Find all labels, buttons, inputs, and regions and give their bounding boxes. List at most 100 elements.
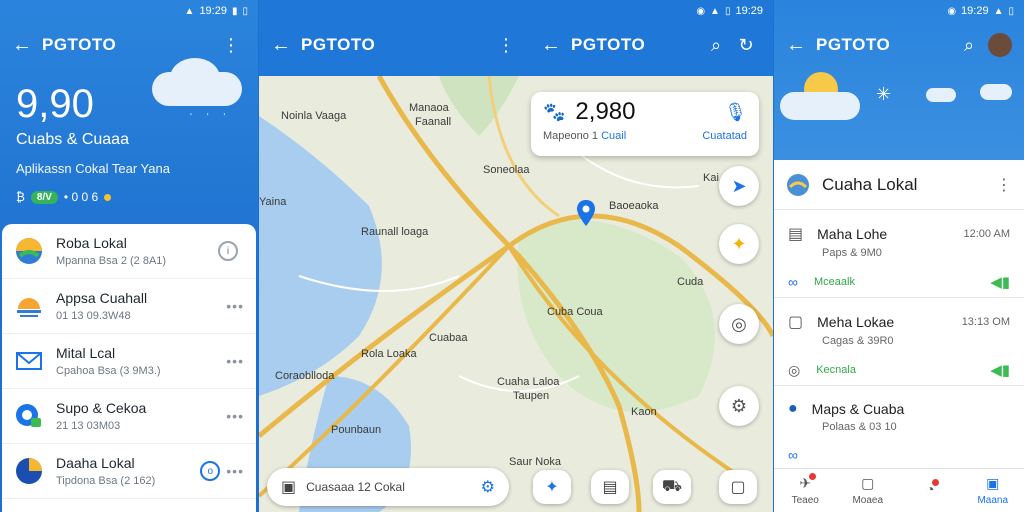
app-bar: ← PGTOTO ⌕	[774, 22, 1024, 68]
location-pin-icon[interactable]	[577, 200, 595, 226]
tab-notifications[interactable]: ◔	[899, 469, 962, 512]
overflow-menu-icon[interactable]: ⋮	[491, 35, 521, 56]
status-dot	[104, 193, 112, 201]
list-item[interactable]: ● Maps & Cuaba Polaas & 03 10 ∞	[774, 386, 1024, 474]
map-search-bar[interactable]: ▣ Cuasaaa 12 Cokal ⚙	[267, 468, 509, 506]
thumbs-up-icon[interactable]: ◀▮	[990, 361, 1010, 379]
settings-fab-icon[interactable]: ⚙	[719, 386, 759, 426]
link-icon: ∞	[788, 447, 798, 463]
location-icon: ◉	[696, 5, 706, 17]
list-item-title: Supo & Cekoa	[56, 400, 147, 416]
image-icon: ▣	[281, 479, 297, 496]
tab-messages[interactable]: ▢ Moaea	[837, 469, 900, 512]
hero-section: ' ' ' 9,90 Cuabs & Cuaaa Aplikassn Cokal…	[0, 58, 258, 224]
app-bar: ← PGTOTO ⋮	[0, 22, 258, 68]
clipboard-icon: ▢	[788, 314, 804, 331]
avatar[interactable]	[988, 33, 1012, 57]
back-arrow-icon[interactable]: ←	[12, 34, 42, 57]
back-arrow-icon[interactable]: ←	[786, 34, 816, 57]
list-item[interactable]: Appsa Cuahall 01 13 09.3W48 •••	[2, 279, 256, 334]
app-title: PGTOTO	[816, 35, 891, 54]
back-arrow-icon[interactable]: ←	[541, 34, 571, 57]
list-item-subtitle: Paps & 9M0	[822, 247, 882, 259]
weather-strip: ✳	[774, 68, 1024, 160]
app-title: PGTOTO	[42, 35, 117, 54]
directions-button[interactable]: ✦	[533, 470, 571, 504]
overflow-menu-icon[interactable]: ⋮	[996, 175, 1012, 195]
search-icon[interactable]: ⌕	[701, 35, 731, 56]
refresh-icon[interactable]: ↻	[731, 35, 761, 56]
hero-meta-text: • 0 0 6	[63, 190, 99, 204]
map-view[interactable]: Noinla Vaaga Manaoa Faanall Soneolaa Yai…	[259, 76, 773, 512]
map-label: Coraoblloda	[275, 370, 335, 382]
more-dots-icon[interactable]: •••	[226, 353, 244, 369]
message-icon: ▢	[861, 475, 875, 491]
chat-bubble-icon	[14, 401, 44, 431]
back-arrow-icon[interactable]: ←	[271, 34, 301, 57]
summary-right[interactable]: Cuatatad	[702, 130, 747, 142]
thumbs-up-icon[interactable]: ◀▮	[990, 273, 1010, 291]
list-item[interactable]: Mital Lcal Cpahoa Bsa (3 9M3.) •••	[2, 334, 256, 389]
lightbulb-icon: ✳	[876, 84, 892, 104]
list-item-title: Maha Lohe	[817, 226, 888, 242]
list-item-title: Appsa Cuahall	[56, 290, 148, 306]
rain-drops-icon: ' ' '	[190, 112, 232, 123]
map-label: Cuabaa	[429, 332, 468, 344]
car-button[interactable]: ⛟	[653, 470, 691, 504]
status-time: 19:29	[199, 5, 227, 17]
tab-home[interactable]: ✈ Teaeo	[774, 469, 837, 512]
app-title: PGTOTO	[301, 35, 376, 54]
status-bar: ▲ 19:29 ▮ ▯	[0, 0, 258, 22]
map-label: Baoeaoka	[609, 200, 659, 212]
list-item-subtitle: Cpahoa Bsa (3 9M3.)	[56, 365, 161, 377]
tab-label: Moaea	[852, 495, 884, 506]
cat-icon: 🐾	[543, 101, 566, 122]
location-icon: ◉	[947, 5, 957, 17]
hero-subtitle: Cuabs & Cuaaa	[16, 131, 129, 148]
list-item-time: 13:13 OM	[961, 316, 1010, 328]
search-icon[interactable]: ⌕	[954, 35, 984, 56]
route-icon: ✈	[799, 473, 817, 492]
map-search-text: Cuasaaa 12 Cokal	[306, 480, 405, 494]
overflow-menu-icon[interactable]: ⋮	[216, 35, 246, 56]
microphone-icon[interactable]: 🎙	[724, 102, 747, 123]
list-item[interactable]: ▢ Meha Lokae 13:13 OM Cagas & 39R0 ◎ Kec…	[774, 298, 1024, 386]
navigate-fab-icon[interactable]: ➤	[719, 166, 759, 206]
map-label: Saur Noka	[509, 456, 561, 468]
map-label: Kai	[703, 172, 719, 184]
cloud-puff	[170, 58, 220, 98]
gear-icon[interactable]: ⚙	[481, 477, 495, 497]
map-label: Raunall loaga	[361, 226, 429, 238]
list-item-title: Mital Lcal	[56, 345, 116, 361]
location-pin-icon: ●	[788, 400, 798, 417]
map-label: Yaina	[259, 196, 287, 208]
wifi-icon: ▲	[710, 5, 720, 17]
map-label: Cuba Coua	[547, 306, 603, 318]
map-label: Manaoa	[409, 102, 449, 114]
map-label: Cuda	[677, 276, 704, 288]
list-item-tag: Kecnala	[816, 364, 856, 376]
info-icon[interactable]: i	[218, 241, 238, 261]
clipboard-button[interactable]: ▤	[591, 470, 629, 504]
battery-icon: ▯	[1008, 5, 1014, 17]
toggle-icon[interactable]: o	[200, 461, 221, 481]
bottom-nav: ✈ Teaeo ▢ Moaea ◔ ▣ Maana	[774, 468, 1024, 512]
locate-fab-icon[interactable]: ◎	[719, 304, 759, 344]
list-item[interactable]: ▤ Maha Lohe 12:00 AM Paps & 9M0 ∞ Mceaal…	[774, 210, 1024, 298]
items-list: Roba Lokal Mpanna Bsa 2 (2 8A1) i Appsa …	[2, 224, 256, 512]
currency-icon: ₿	[16, 190, 25, 204]
square-button[interactable]: ▢	[719, 470, 757, 504]
more-dots-icon[interactable]: •••	[226, 408, 244, 424]
summary-card[interactable]: 🐾 2,980 🎙 Mapeono 1 Cuail Cuatatad	[531, 92, 759, 156]
list-item[interactable]: Supo & Cekoa 21 13 03M03 •••	[2, 389, 256, 444]
tab-maps[interactable]: ▣ Maana	[962, 469, 1024, 512]
list-item[interactable]: Daaha Lokal Tipdona Bsa (2 162) o •••	[2, 444, 256, 499]
wifi-icon: ▲	[993, 5, 1004, 17]
more-dots-icon[interactable]: •••	[226, 298, 244, 314]
status-time: 19:29	[961, 5, 989, 17]
more-dots-icon[interactable]: •••	[226, 463, 244, 479]
map-label: Pounbaun	[331, 424, 382, 436]
list-item[interactable]: Roba Lokal Mpanna Bsa 2 (2 8A1) i	[2, 224, 256, 279]
pin-fab-icon[interactable]: ✦	[719, 224, 759, 264]
link-icon: ∞	[788, 274, 798, 290]
